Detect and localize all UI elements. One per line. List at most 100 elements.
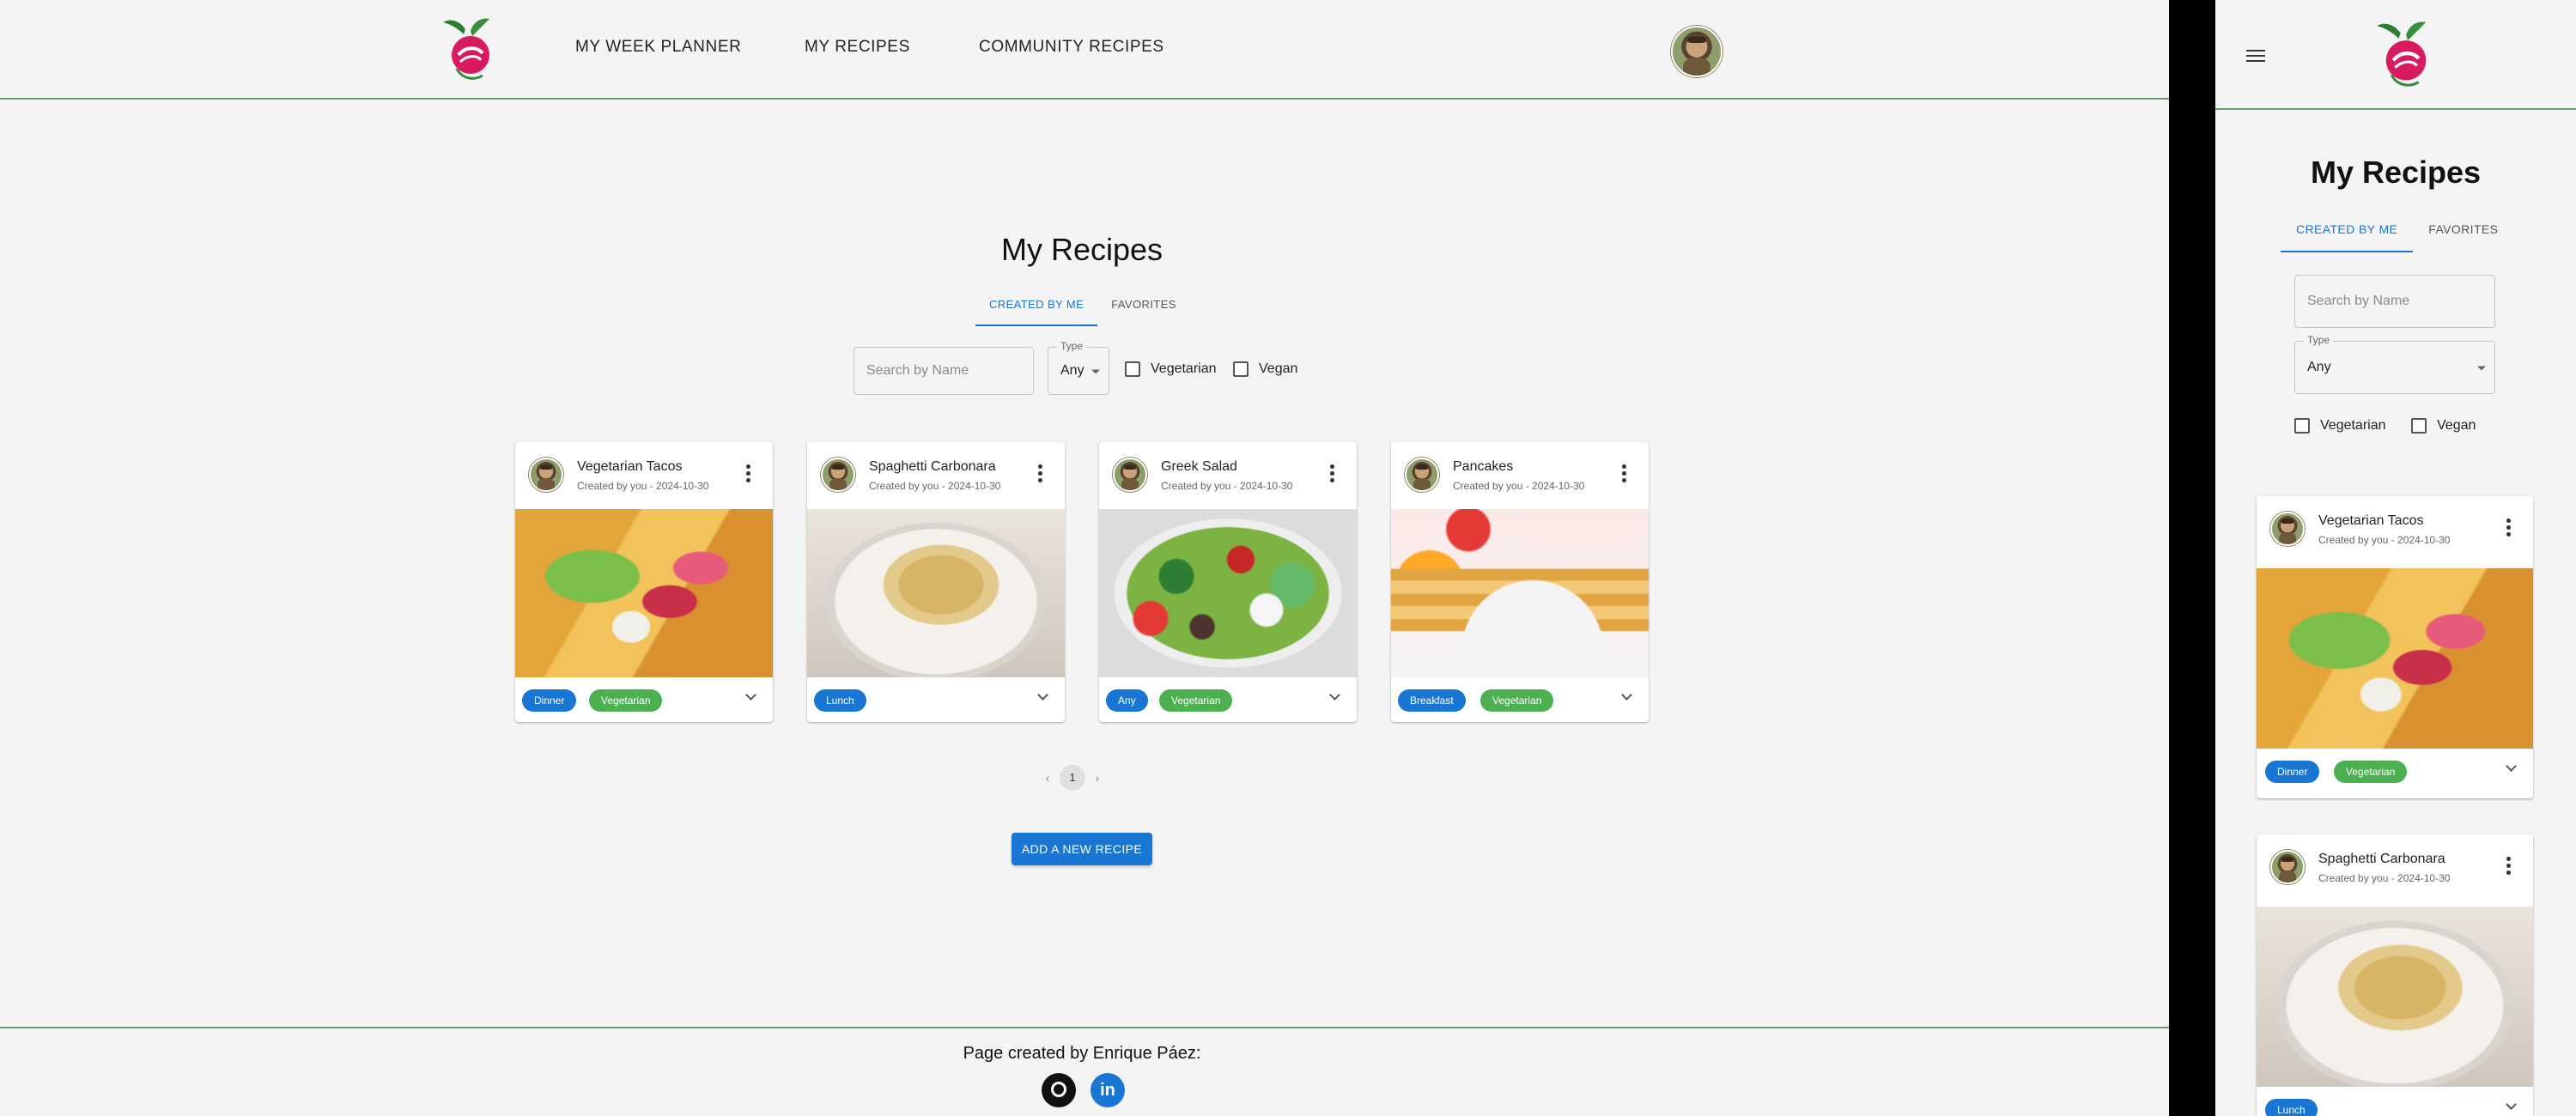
nav-my-week-planner[interactable]: MY WEEK PLANNER <box>575 38 741 57</box>
chevron-down-icon[interactable] <box>2506 762 2516 773</box>
mobile-app-bar <box>2215 0 2576 110</box>
checkbox-box[interactable] <box>2294 418 2310 434</box>
kebab-more-icon[interactable] <box>1037 464 1042 483</box>
chevron-down-icon[interactable] <box>1037 691 1048 701</box>
nav-community-recipes[interactable]: COMMUNITY RECIPES <box>979 38 1164 57</box>
page-title: My Recipes <box>1000 232 1163 267</box>
tab-created-by-me[interactable]: CREATED BY ME <box>975 292 1098 326</box>
linkedin-icon[interactable]: in <box>1091 1073 1125 1107</box>
desktop-view: MY WEEK PLANNER MY RECIPES COMMUNITY REC… <box>0 0 2169 1116</box>
recipe-card[interactable]: Vegetarian Tacos Created by you - 2024-1… <box>515 442 773 722</box>
recipe-subtitle: Created by you - 2024-10-30 <box>577 480 709 492</box>
vegetarian-checkbox-label: Vegetarian <box>2320 418 2386 433</box>
recipe-image <box>515 509 773 677</box>
page-1-button[interactable]: 1 <box>1060 765 1085 791</box>
add-recipe-button[interactable]: ADD A NEW RECIPE <box>1012 833 1152 865</box>
author-avatar <box>2270 850 2305 884</box>
chevron-down-icon[interactable] <box>745 691 756 701</box>
tag-chip: Dinner <box>522 689 577 712</box>
recipe-card[interactable]: Vegetarian Tacos Created by you - 2024-1… <box>2257 496 2533 798</box>
recipe-subtitle: Created by you - 2024-10-30 <box>2318 534 2451 546</box>
recipe-card[interactable]: Spaghetti Carbonara Created by you - 202… <box>807 442 1065 722</box>
chevron-down-icon[interactable] <box>1621 691 1631 701</box>
kebab-more-icon[interactable] <box>1329 464 1334 483</box>
hamburger-menu-icon[interactable] <box>2246 50 2265 62</box>
tag-chip: Lunch <box>2265 1099 2318 1116</box>
type-select[interactable]: Type Any <box>2294 334 2495 394</box>
card-footer: Breakfast Vegetarian <box>1391 677 1649 722</box>
type-select-label: Type <box>1057 340 1087 352</box>
page-footer: Page created by Enrique Páez: in <box>0 1027 2169 1116</box>
tag-chip: Dinner <box>2265 761 2320 783</box>
footer-credit: Page created by Enrique Páez: <box>963 1044 1201 1063</box>
tag-chip: Lunch <box>814 689 866 712</box>
nav-my-recipes[interactable]: MY RECIPES <box>805 38 910 57</box>
kebab-more-icon[interactable] <box>2506 857 2511 876</box>
recipe-tabs: CREATED BY ME FAVORITES <box>975 292 1190 326</box>
recipe-title: Greek Salad <box>1161 459 1237 474</box>
card-footer: Dinner Vegetarian <box>515 677 773 722</box>
tag-chip: Any <box>1106 689 1148 712</box>
recipe-image <box>2257 568 2533 749</box>
search-input[interactable]: Search by Name <box>854 347 1034 395</box>
author-avatar <box>2270 512 2305 546</box>
author-avatar <box>529 458 563 492</box>
beet-logo-icon[interactable] <box>440 15 501 84</box>
recipe-tabs: CREATED BY ME FAVORITES <box>2281 216 2513 252</box>
chevron-down-icon[interactable] <box>1329 691 1340 701</box>
recipe-image <box>2257 907 2533 1087</box>
type-select[interactable]: Type Any <box>1048 340 1109 395</box>
prev-page-icon[interactable]: ‹ <box>1036 771 1060 785</box>
checkbox-box[interactable] <box>1233 361 1249 377</box>
type-select-label: Type <box>2304 334 2334 346</box>
recipe-card[interactable]: Pancakes Created by you - 2024-10-30 Bre… <box>1391 442 1649 722</box>
recipe-image <box>1391 509 1649 677</box>
vegan-checkbox-label: Vegan <box>2437 418 2476 433</box>
tag-chip: Vegetarian <box>1480 689 1554 712</box>
vegan-checkbox[interactable]: Vegan <box>1233 361 1297 377</box>
vegan-checkbox[interactable]: Vegan <box>2411 418 2476 434</box>
tag-chip: Vegetarian <box>589 689 663 712</box>
tag-chip: Vegetarian <box>1159 689 1233 712</box>
recipe-card[interactable]: Spaghetti Carbonara Created by you - 202… <box>2257 834 2533 1116</box>
recipe-image <box>807 509 1065 677</box>
vegan-checkbox-label: Vegan <box>1259 361 1298 376</box>
card-footer: Any Vegetarian <box>1099 677 1357 722</box>
beet-logo-icon[interactable] <box>2373 17 2439 93</box>
user-avatar[interactable] <box>1671 26 1722 77</box>
card-footer: Lunch <box>2257 1087 2533 1116</box>
kebab-more-icon[interactable] <box>1621 464 1626 483</box>
vegetarian-checkbox-label: Vegetarian <box>1151 361 1217 376</box>
author-avatar <box>1405 458 1439 492</box>
card-footer: Dinner Vegetarian <box>2257 749 2533 798</box>
search-input[interactable]: Search by Name <box>2294 275 2495 328</box>
recipe-title: Spaghetti Carbonara <box>869 459 996 474</box>
mobile-view: My Recipes CREATED BY ME FAVORITES Searc… <box>2215 0 2576 1116</box>
recipe-title: Vegetarian Tacos <box>577 459 683 474</box>
tab-created-by-me[interactable]: CREATED BY ME <box>2281 216 2414 252</box>
checkbox-box[interactable] <box>2411 418 2427 434</box>
next-page-icon[interactable]: › <box>1085 771 1109 785</box>
chevron-down-icon[interactable] <box>2506 1101 2516 1111</box>
tag-chip: Breakfast <box>1398 689 1466 712</box>
recipe-image <box>1099 509 1357 677</box>
page-title: My Recipes <box>2310 155 2482 190</box>
github-icon[interactable] <box>1042 1073 1076 1107</box>
checkbox-box[interactable] <box>1125 361 1140 377</box>
type-select-value: Any <box>1060 363 1084 378</box>
kebab-more-icon[interactable] <box>745 464 750 483</box>
caret-down-icon <box>1091 369 1100 374</box>
vegetarian-checkbox[interactable]: Vegetarian <box>1125 361 1217 377</box>
vegetarian-checkbox[interactable]: Vegetarian <box>2294 418 2386 434</box>
recipe-subtitle: Created by you - 2024-10-30 <box>1453 480 1585 492</box>
card-footer: Lunch <box>807 677 1065 722</box>
recipe-subtitle: Created by you - 2024-10-30 <box>869 480 1001 492</box>
author-avatar <box>1113 458 1147 492</box>
recipe-card[interactable]: Greek Salad Created by you - 2024-10-30 … <box>1099 442 1357 722</box>
tab-favorites[interactable]: FAVORITES <box>2413 216 2513 252</box>
caret-down-icon <box>2477 366 2486 371</box>
author-avatar <box>821 458 855 492</box>
recipe-subtitle: Created by you - 2024-10-30 <box>2318 872 2451 884</box>
tab-favorites[interactable]: FAVORITES <box>1097 292 1190 326</box>
kebab-more-icon[interactable] <box>2506 519 2511 537</box>
